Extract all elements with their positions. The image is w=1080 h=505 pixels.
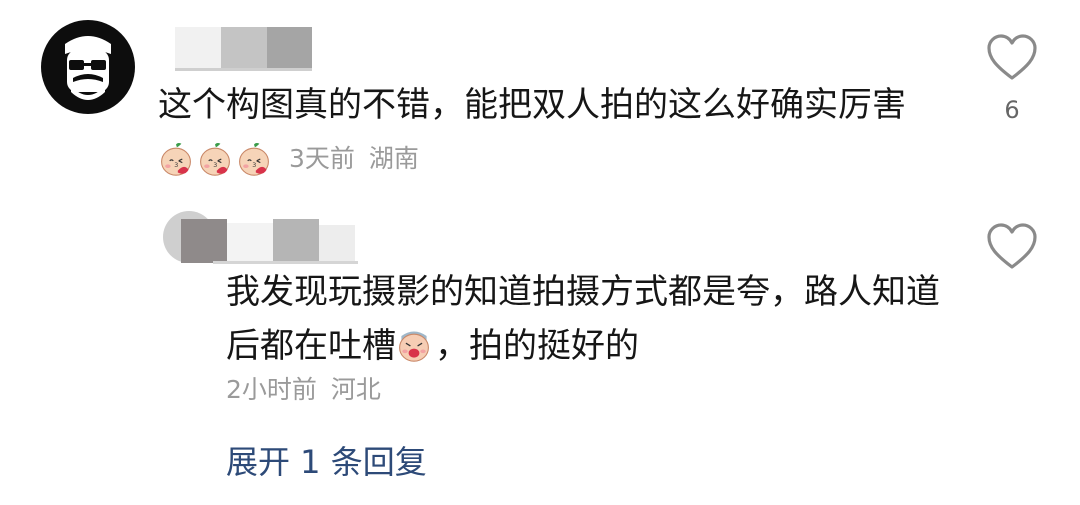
expand-replies-link[interactable]: 展开 1 条回复	[226, 437, 427, 483]
reply-meta: 2小时前 河北	[226, 370, 381, 406]
comment-location: 湖南	[368, 144, 419, 173]
comment-like-button[interactable]: 6	[982, 34, 1042, 124]
blushing-peach-emoji-icon: 3	[239, 142, 269, 176]
like-count: 6	[1004, 96, 1020, 124]
comment-body[interactable]: 这个构图真的不错，能把双人拍的这么好确实厉害 3 3 3 3天前 湖南	[158, 78, 918, 187]
reply-like-button[interactable]	[982, 223, 1042, 275]
comment-meta: 3天前 湖南	[275, 132, 419, 186]
comment-text: 这个构图真的不错，能把双人拍的这么好确实厉害	[158, 85, 906, 125]
reply-author-blurred[interactable]	[163, 211, 358, 264]
heart-outline-icon	[987, 223, 1037, 269]
commenter-avatar[interactable]	[41, 20, 135, 114]
blushing-peach-emoji-icon: 3	[200, 142, 230, 176]
svg-text:3: 3	[213, 162, 217, 169]
reply-body[interactable]: 我发现玩摄影的知道拍摄方式都是夸，路人知道后都在吐槽 ，拍的挺好的	[226, 265, 946, 373]
reply-time: 2小时前	[226, 375, 317, 404]
commenter-name-blurred[interactable]	[175, 27, 315, 71]
heart-outline-icon	[987, 34, 1037, 80]
reply-location: 河北	[330, 375, 381, 404]
comment-time: 3天前	[289, 144, 355, 173]
crying-peach-emoji-icon	[399, 331, 429, 362]
blushing-peach-emoji-icon: 3	[161, 142, 191, 176]
reply-text-part2: ，拍的挺好的	[435, 326, 639, 366]
svg-text:3: 3	[174, 162, 178, 169]
bearded-man-icon	[65, 36, 111, 100]
emoji-row: 3 3 3	[158, 140, 275, 180]
svg-text:3: 3	[252, 162, 256, 169]
